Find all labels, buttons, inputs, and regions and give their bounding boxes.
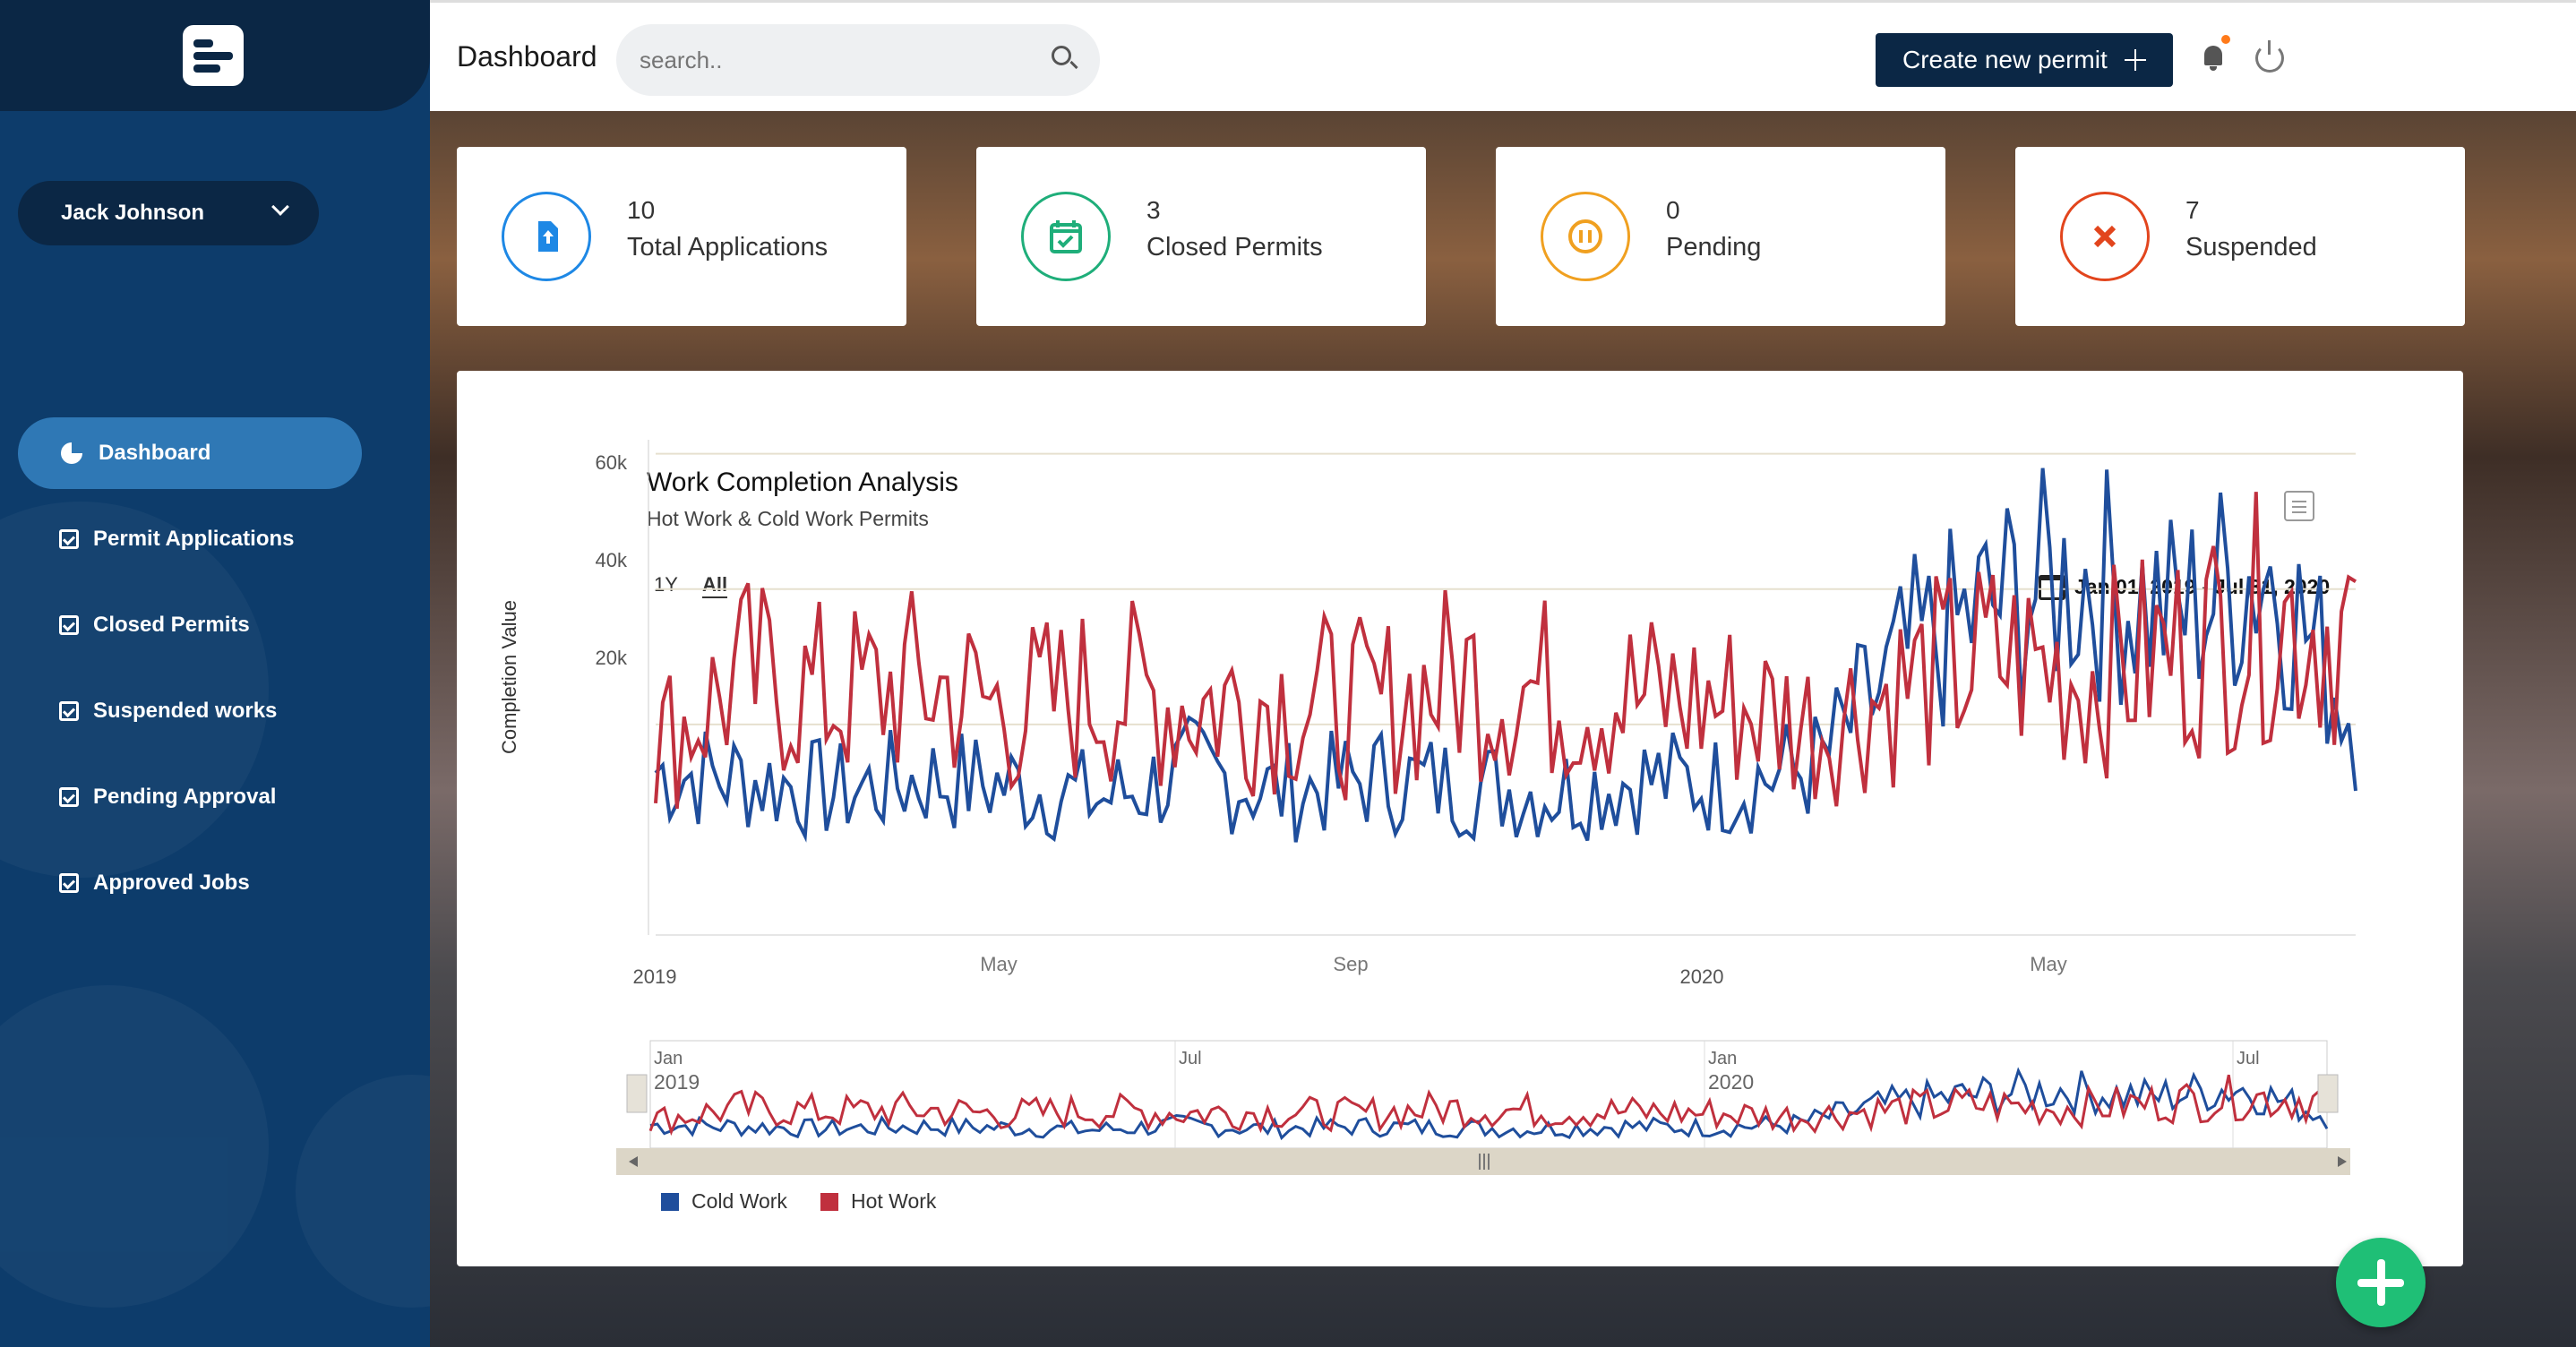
- sidebar-item-label: Permit Applications: [93, 527, 295, 551]
- navigator-tick: 2019: [654, 1070, 700, 1094]
- stat-value: 0: [1666, 196, 1680, 224]
- app-logo-icon[interactable]: [183, 25, 244, 86]
- legend-item-hot-work[interactable]: Hot Work: [820, 1189, 936, 1214]
- stat-label: Total Applications: [627, 233, 829, 262]
- navigator-left-handle[interactable]: [626, 1074, 648, 1113]
- pie-chart-icon: [61, 442, 82, 464]
- x-tick-label: Sep: [1333, 953, 1368, 975]
- sidebar-item-label: Dashboard: [99, 441, 211, 465]
- navigator-tick: Jan: [1708, 1049, 1737, 1068]
- y-tick-label: 40k: [596, 549, 628, 571]
- calendar-check-icon: [59, 615, 79, 635]
- series-line-cold-work[interactable]: [654, 468, 2357, 843]
- navigator-tick: Jan: [654, 1049, 683, 1068]
- sidebar-item-label: Closed Permits: [93, 613, 250, 637]
- user-menu[interactable]: Jack Johnson: [18, 181, 319, 245]
- x-tick-label: May: [980, 953, 1018, 975]
- decor-circle: [0, 985, 269, 1308]
- stat-value: 3: [1146, 196, 1161, 224]
- stat-value: 10: [627, 196, 656, 224]
- user-name: Jack Johnson: [61, 201, 205, 225]
- navigator-tick: Jul: [2237, 1049, 2260, 1068]
- legend-label: Hot Work: [851, 1189, 937, 1213]
- x-tick-label: 2019: [633, 965, 677, 988]
- stat-card-closed-permits[interactable]: 3 Closed Permits: [976, 147, 1426, 326]
- calendar-check-icon: [59, 529, 79, 549]
- calendar-check-icon: [59, 873, 79, 893]
- sidebar-item-label: Approved Jobs: [93, 871, 250, 895]
- sidebar-item-approved-jobs[interactable]: Approved Jobs: [18, 847, 362, 919]
- page-title: Dashboard: [457, 40, 597, 73]
- y-axis-label: Completion Value: [498, 600, 520, 754]
- y-tick-label: 60k: [596, 451, 628, 474]
- sidebar-item-label: Pending Approval: [93, 785, 277, 809]
- x-tick-label: May: [2030, 953, 2067, 975]
- navigator[interactable]: Jan Jul Jan Jul 2019 2020: [616, 1040, 2350, 1175]
- sidebar-item-permit-applications[interactable]: Permit Applications: [18, 503, 362, 575]
- sidebar-item-label: Suspended works: [93, 699, 278, 723]
- legend-label: Cold Work: [691, 1189, 787, 1213]
- plus-icon: [2125, 49, 2146, 71]
- bell-icon[interactable]: [2202, 42, 2225, 71]
- calendar-check-icon: [59, 701, 79, 721]
- stat-label: Suspended: [2185, 233, 2317, 262]
- navigator-tick: Jul: [1179, 1049, 1202, 1068]
- navigator-tick: 2020: [1708, 1070, 1754, 1094]
- close-x-icon: [2060, 192, 2150, 281]
- sidebar-item-dashboard[interactable]: Dashboard: [18, 417, 362, 489]
- main-plot: [654, 468, 2357, 843]
- logo-area: [0, 0, 430, 111]
- notification-dot: [2221, 35, 2230, 44]
- search-icon[interactable]: [1052, 46, 1071, 65]
- stat-label: Pending: [1666, 233, 1762, 262]
- chart-svg: Completion Value 20k 40k 60k 2019 May Se…: [498, 440, 2357, 1175]
- legend-swatch: [661, 1192, 679, 1211]
- calendar-check-icon: [59, 787, 79, 807]
- navigator-right-handle[interactable]: [2317, 1074, 2339, 1113]
- sidebar-item-closed-permits[interactable]: Closed Permits: [18, 589, 362, 661]
- stat-value: 7: [2185, 196, 2200, 224]
- y-tick-label: 20k: [596, 647, 628, 669]
- chevron-down-icon: [271, 198, 289, 216]
- legend-item-cold-work[interactable]: Cold Work: [661, 1189, 787, 1214]
- add-fab-button[interactable]: [2336, 1238, 2426, 1327]
- stat-label: Closed Permits: [1146, 233, 1323, 262]
- stat-card-pending[interactable]: 0 Pending: [1496, 147, 1945, 326]
- x-tick-label: 2020: [1680, 965, 1724, 988]
- sidebar-item-suspended-works[interactable]: Suspended works: [18, 675, 362, 747]
- legend-swatch: [820, 1192, 838, 1211]
- decor-circle: [296, 1075, 430, 1308]
- chart-panel: Work Completion Analysis Hot Work & Cold…: [457, 371, 2463, 1266]
- sidebar: Jack Johnson Dashboard Permit Applicatio…: [0, 0, 430, 1347]
- pause-icon: [1541, 192, 1630, 281]
- top-bar: Dashboard Create new permit: [430, 0, 2576, 111]
- create-permit-button[interactable]: Create new permit: [1876, 33, 2173, 87]
- create-permit-label: Create new permit: [1902, 46, 2108, 73]
- power-icon[interactable]: [2255, 40, 2284, 73]
- stat-card-suspended[interactable]: 7 Suspended: [2015, 147, 2465, 326]
- calendar-check-icon: [1021, 192, 1111, 281]
- search-input[interactable]: [616, 24, 1100, 96]
- sidebar-item-pending-approval[interactable]: Pending Approval: [18, 761, 362, 833]
- stat-card-total-applications[interactable]: 10 Total Applications: [457, 147, 906, 326]
- file-upload-icon: [502, 192, 591, 281]
